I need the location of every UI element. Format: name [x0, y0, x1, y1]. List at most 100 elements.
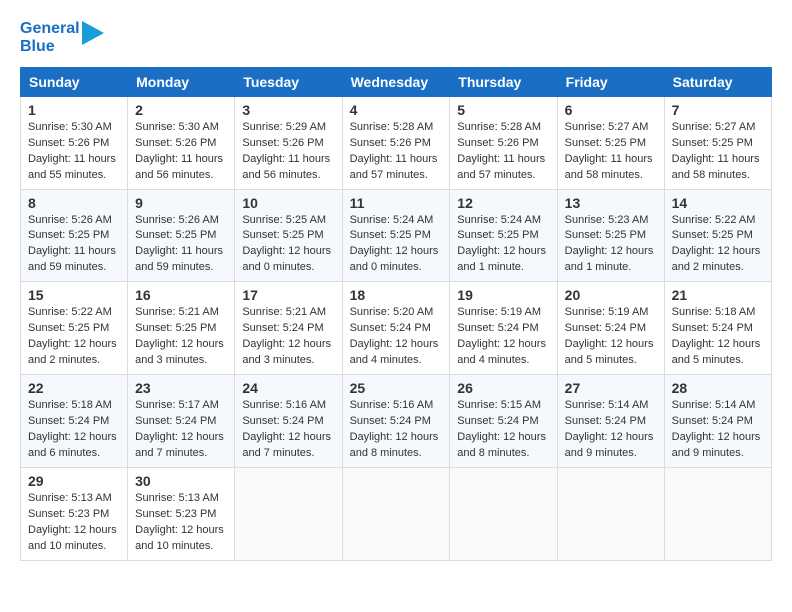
calendar-day-cell: 25 Sunrise: 5:16 AMSunset: 5:24 PMDaylig…: [342, 375, 450, 468]
calendar-week-row: 1 Sunrise: 5:30 AMSunset: 5:26 PMDayligh…: [21, 96, 772, 189]
day-info: Sunrise: 5:21 AMSunset: 5:24 PMDaylight:…: [242, 305, 334, 369]
day-number: 28: [672, 380, 764, 396]
day-number: 8: [28, 195, 120, 211]
day-number: 5: [457, 102, 549, 118]
day-info: Sunrise: 5:26 AMSunset: 5:25 PMDaylight:…: [28, 213, 120, 277]
calendar-day-cell: 16 Sunrise: 5:21 AMSunset: 5:25 PMDaylig…: [128, 282, 235, 375]
day-of-week-header: Monday: [128, 67, 235, 96]
day-number: 30: [135, 473, 227, 489]
calendar-day-cell: 13 Sunrise: 5:23 AMSunset: 5:25 PMDaylig…: [557, 189, 664, 282]
day-number: 9: [135, 195, 227, 211]
calendar-day-cell: [235, 467, 342, 560]
day-of-week-header: Thursday: [450, 67, 557, 96]
day-number: 4: [350, 102, 443, 118]
day-info: Sunrise: 5:20 AMSunset: 5:24 PMDaylight:…: [350, 305, 443, 369]
calendar-day-cell: 15 Sunrise: 5:22 AMSunset: 5:25 PMDaylig…: [21, 282, 128, 375]
calendar-day-cell: 17 Sunrise: 5:21 AMSunset: 5:24 PMDaylig…: [235, 282, 342, 375]
day-number: 12: [457, 195, 549, 211]
calendar-week-row: 15 Sunrise: 5:22 AMSunset: 5:25 PMDaylig…: [21, 282, 772, 375]
calendar-day-cell: 19 Sunrise: 5:19 AMSunset: 5:24 PMDaylig…: [450, 282, 557, 375]
day-info: Sunrise: 5:13 AMSunset: 5:23 PMDaylight:…: [135, 491, 227, 555]
day-info: Sunrise: 5:18 AMSunset: 5:24 PMDaylight:…: [28, 398, 120, 462]
calendar-day-cell: 20 Sunrise: 5:19 AMSunset: 5:24 PMDaylig…: [557, 282, 664, 375]
day-of-week-header: Wednesday: [342, 67, 450, 96]
day-number: 26: [457, 380, 549, 396]
calendar-day-cell: 4 Sunrise: 5:28 AMSunset: 5:26 PMDayligh…: [342, 96, 450, 189]
day-info: Sunrise: 5:28 AMSunset: 5:26 PMDaylight:…: [457, 120, 549, 184]
calendar-day-cell: 5 Sunrise: 5:28 AMSunset: 5:26 PMDayligh…: [450, 96, 557, 189]
day-number: 7: [672, 102, 764, 118]
calendar-week-row: 22 Sunrise: 5:18 AMSunset: 5:24 PMDaylig…: [21, 375, 772, 468]
calendar-day-cell: 9 Sunrise: 5:26 AMSunset: 5:25 PMDayligh…: [128, 189, 235, 282]
calendar-day-cell: 11 Sunrise: 5:24 AMSunset: 5:25 PMDaylig…: [342, 189, 450, 282]
day-number: 24: [242, 380, 334, 396]
calendar-day-cell: 27 Sunrise: 5:14 AMSunset: 5:24 PMDaylig…: [557, 375, 664, 468]
day-info: Sunrise: 5:30 AMSunset: 5:26 PMDaylight:…: [28, 120, 120, 184]
calendar-header-row: SundayMondayTuesdayWednesdayThursdayFrid…: [21, 67, 772, 96]
day-number: 14: [672, 195, 764, 211]
calendar-day-cell: 7 Sunrise: 5:27 AMSunset: 5:25 PMDayligh…: [664, 96, 771, 189]
calendar-day-cell: 1 Sunrise: 5:30 AMSunset: 5:26 PMDayligh…: [21, 96, 128, 189]
day-number: 6: [565, 102, 657, 118]
logo-arrow-icon: [82, 21, 104, 51]
calendar-day-cell: 2 Sunrise: 5:30 AMSunset: 5:26 PMDayligh…: [128, 96, 235, 189]
calendar-day-cell: [557, 467, 664, 560]
day-info: Sunrise: 5:14 AMSunset: 5:24 PMDaylight:…: [565, 398, 657, 462]
day-number: 22: [28, 380, 120, 396]
day-number: 13: [565, 195, 657, 211]
day-info: Sunrise: 5:25 AMSunset: 5:25 PMDaylight:…: [242, 213, 334, 277]
day-info: Sunrise: 5:22 AMSunset: 5:25 PMDaylight:…: [28, 305, 120, 369]
day-of-week-header: Sunday: [21, 67, 128, 96]
day-number: 11: [350, 195, 443, 211]
day-number: 3: [242, 102, 334, 118]
day-info: Sunrise: 5:19 AMSunset: 5:24 PMDaylight:…: [457, 305, 549, 369]
day-of-week-header: Tuesday: [235, 67, 342, 96]
calendar-day-cell: 12 Sunrise: 5:24 AMSunset: 5:25 PMDaylig…: [450, 189, 557, 282]
day-info: Sunrise: 5:21 AMSunset: 5:25 PMDaylight:…: [135, 305, 227, 369]
day-of-week-header: Friday: [557, 67, 664, 96]
day-info: Sunrise: 5:18 AMSunset: 5:24 PMDaylight:…: [672, 305, 764, 369]
calendar-table: SundayMondayTuesdayWednesdayThursdayFrid…: [20, 67, 772, 561]
page-header: General Blue: [20, 20, 772, 57]
day-number: 10: [242, 195, 334, 211]
calendar-day-cell: 29 Sunrise: 5:13 AMSunset: 5:23 PMDaylig…: [21, 467, 128, 560]
day-number: 27: [565, 380, 657, 396]
day-number: 19: [457, 287, 549, 303]
calendar-day-cell: 24 Sunrise: 5:16 AMSunset: 5:24 PMDaylig…: [235, 375, 342, 468]
day-info: Sunrise: 5:16 AMSunset: 5:24 PMDaylight:…: [350, 398, 443, 462]
calendar-day-cell: [450, 467, 557, 560]
calendar-week-row: 29 Sunrise: 5:13 AMSunset: 5:23 PMDaylig…: [21, 467, 772, 560]
calendar-day-cell: [342, 467, 450, 560]
calendar-day-cell: 30 Sunrise: 5:13 AMSunset: 5:23 PMDaylig…: [128, 467, 235, 560]
calendar-day-cell: 23 Sunrise: 5:17 AMSunset: 5:24 PMDaylig…: [128, 375, 235, 468]
day-info: Sunrise: 5:27 AMSunset: 5:25 PMDaylight:…: [672, 120, 764, 184]
calendar-day-cell: 10 Sunrise: 5:25 AMSunset: 5:25 PMDaylig…: [235, 189, 342, 282]
day-info: Sunrise: 5:22 AMSunset: 5:25 PMDaylight:…: [672, 213, 764, 277]
calendar-day-cell: 26 Sunrise: 5:15 AMSunset: 5:24 PMDaylig…: [450, 375, 557, 468]
calendar-day-cell: [664, 467, 771, 560]
day-number: 16: [135, 287, 227, 303]
day-info: Sunrise: 5:16 AMSunset: 5:24 PMDaylight:…: [242, 398, 334, 462]
day-info: Sunrise: 5:13 AMSunset: 5:23 PMDaylight:…: [28, 491, 120, 555]
day-number: 17: [242, 287, 334, 303]
day-info: Sunrise: 5:15 AMSunset: 5:24 PMDaylight:…: [457, 398, 549, 462]
day-number: 29: [28, 473, 120, 489]
day-info: Sunrise: 5:17 AMSunset: 5:24 PMDaylight:…: [135, 398, 227, 462]
calendar-day-cell: 21 Sunrise: 5:18 AMSunset: 5:24 PMDaylig…: [664, 282, 771, 375]
day-of-week-header: Saturday: [664, 67, 771, 96]
day-info: Sunrise: 5:28 AMSunset: 5:26 PMDaylight:…: [350, 120, 443, 184]
day-number: 15: [28, 287, 120, 303]
day-number: 2: [135, 102, 227, 118]
day-info: Sunrise: 5:27 AMSunset: 5:25 PMDaylight:…: [565, 120, 657, 184]
calendar-day-cell: 3 Sunrise: 5:29 AMSunset: 5:26 PMDayligh…: [235, 96, 342, 189]
day-info: Sunrise: 5:14 AMSunset: 5:24 PMDaylight:…: [672, 398, 764, 462]
day-info: Sunrise: 5:19 AMSunset: 5:24 PMDaylight:…: [565, 305, 657, 369]
day-number: 23: [135, 380, 227, 396]
calendar-day-cell: 28 Sunrise: 5:14 AMSunset: 5:24 PMDaylig…: [664, 375, 771, 468]
day-info: Sunrise: 5:24 AMSunset: 5:25 PMDaylight:…: [350, 213, 443, 277]
day-info: Sunrise: 5:26 AMSunset: 5:25 PMDaylight:…: [135, 213, 227, 277]
logo: General Blue: [20, 20, 104, 57]
calendar-day-cell: 14 Sunrise: 5:22 AMSunset: 5:25 PMDaylig…: [664, 189, 771, 282]
day-info: Sunrise: 5:24 AMSunset: 5:25 PMDaylight:…: [457, 213, 549, 277]
day-number: 1: [28, 102, 120, 118]
